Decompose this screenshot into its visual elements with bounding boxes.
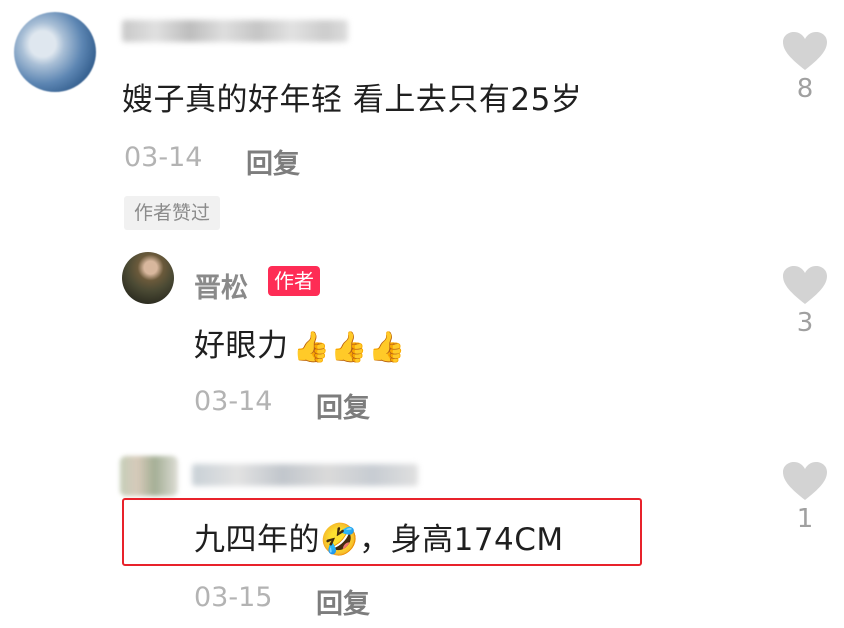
reply-like-count: 3	[796, 308, 814, 338]
comment-reply-button[interactable]: 回复	[246, 142, 300, 181]
commenter-avatar[interactable]	[14, 12, 96, 92]
reply-text: 好眼力 👍👍👍	[194, 320, 406, 365]
reply-reply-button[interactable]: 回复	[316, 582, 370, 621]
reply-like-control[interactable]: 1	[775, 460, 835, 534]
highlight-box	[122, 498, 642, 566]
reply-date: 03-14	[194, 386, 273, 417]
heart-icon[interactable]	[775, 30, 835, 72]
thumbs-up-icon: 👍👍👍	[292, 330, 407, 365]
reply-username[interactable]: 晋松	[194, 266, 248, 305]
author-badge: 作者	[268, 266, 320, 296]
reply-text-content: 好眼力	[194, 328, 289, 364]
reply-avatar[interactable]	[122, 252, 174, 304]
heart-icon[interactable]	[775, 460, 835, 502]
commenter-username-blurred[interactable]	[122, 20, 348, 42]
reply-like-control[interactable]: 3	[775, 264, 835, 338]
comment-like-count: 8	[796, 74, 814, 104]
heart-icon[interactable]	[775, 264, 835, 306]
comment-text: 嫂子真的好年轻 看上去只有25岁	[122, 82, 583, 118]
reply-avatar-blurred[interactable]	[120, 456, 178, 496]
comment-date: 03-14	[124, 142, 203, 173]
author-liked-tag: 作者赞过	[124, 196, 221, 230]
reply-date: 03-15	[194, 582, 273, 613]
reply-like-count: 1	[796, 504, 814, 534]
comment-like-control[interactable]: 8	[775, 30, 835, 104]
reply-username-blurred[interactable]	[192, 464, 418, 486]
reply-reply-button[interactable]: 回复	[316, 386, 370, 425]
